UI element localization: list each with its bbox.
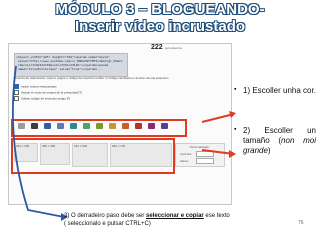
view-count-number: 222 — [151, 44, 163, 51]
page-number: 76 — [298, 220, 304, 226]
bullet-marker: ▪ — [234, 86, 237, 93]
custom-width-label: Anchura: — [180, 152, 193, 156]
copy-instruction: 3) O derradeiro paso debe ser selecciona… — [64, 212, 312, 228]
slide-title-line1: MÓDULO 3 – BLOGUEANDO- — [55, 1, 265, 18]
arrow-to-color-note-icon — [201, 111, 236, 123]
bullet-size-text: 2) Escoller un tamaño (non moi grande) — [243, 126, 316, 156]
instruction-before: 3) O derradeiro paso debe ser — [64, 213, 147, 219]
slide-title-line2: Inserir vídeo incrustado — [74, 18, 246, 35]
arrow-to-size-note-icon — [201, 149, 236, 158]
instruction-bold: seleccionar e copiar — [146, 213, 204, 219]
bullet-size-text-end: ) — [267, 146, 271, 155]
custom-height-label: Altura: — [180, 159, 189, 163]
arrow-to-instruction-icon — [11, 65, 68, 221]
view-count-label: reproducións — [164, 46, 183, 50]
view-count: 222 reproducións — [151, 44, 182, 51]
bullet-marker: ▪ — [234, 126, 237, 133]
slide-title: MÓDULO 3 – BLOGUEANDO- Inserir vídeo inc… — [0, 0, 320, 38]
instruction-after: ese texto — [203, 213, 230, 219]
bullet-color-text: 1) Escoller unha cor. — [243, 86, 316, 95]
instruction-line2: ( seleccionalo e pulsar CTRL+C) — [64, 221, 151, 227]
